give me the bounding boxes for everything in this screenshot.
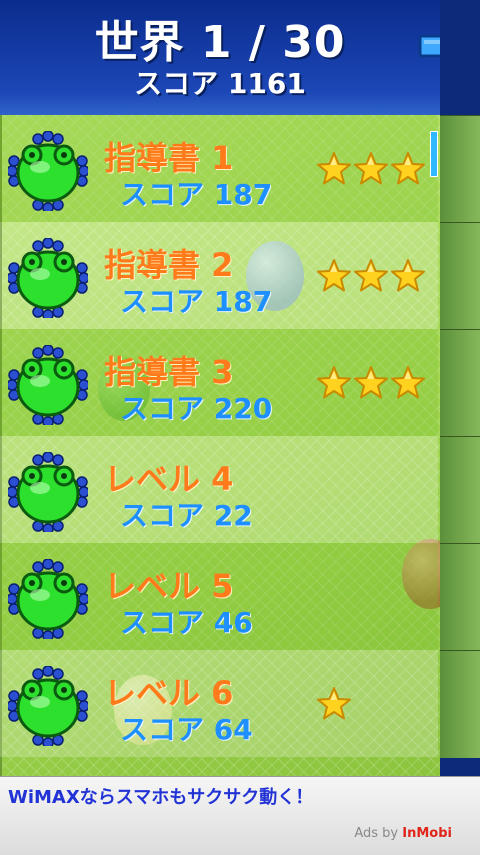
- level-score: スコア 46: [120, 606, 253, 639]
- level-score: スコア 22: [120, 499, 253, 532]
- frog-icon: [6, 130, 90, 214]
- level-score: スコア 187: [120, 178, 273, 211]
- ad-brand: InMobi: [402, 826, 452, 841]
- star-icon: [317, 687, 351, 720]
- star-icon: [317, 152, 351, 185]
- level-row[interactable]: 指導書 3 スコア 220: [0, 329, 438, 436]
- frog-icon-wrapper: [6, 451, 90, 535]
- world-score: スコア 1161: [134, 67, 306, 100]
- preview-row: [440, 329, 480, 437]
- frog-icon-wrapper: [6, 344, 90, 428]
- frog-icon-wrapper: [6, 237, 90, 321]
- frog-icon-wrapper: [6, 558, 90, 642]
- star-icon: [317, 259, 351, 292]
- level-stars: [316, 686, 353, 726]
- star-icon: [391, 366, 425, 399]
- ad-banner[interactable]: WiMAXならスマホもサクサク動く！ Ads by InMobi: [0, 776, 480, 855]
- world-header: 世界 1 / 30 スコア 1161: [0, 0, 440, 115]
- level-score: スコア 220: [120, 392, 273, 425]
- star-icon: [354, 152, 388, 185]
- level-stars: [316, 151, 427, 191]
- frog-icon: [6, 558, 90, 642]
- scrollbar[interactable]: [430, 131, 438, 177]
- preview-row: [440, 650, 480, 758]
- preview-row: [440, 115, 480, 223]
- level-row[interactable]: レベル 5 スコア 46: [0, 543, 438, 650]
- star-icon: [391, 152, 425, 185]
- frog-icon: [6, 665, 90, 749]
- frog-icon: [6, 451, 90, 535]
- level-score: スコア 187: [120, 285, 273, 318]
- frog-icon-wrapper: [6, 665, 90, 749]
- world-title: 世界 1 / 30: [94, 17, 346, 68]
- frog-icon-wrapper: [6, 130, 90, 214]
- preview-row: [440, 436, 480, 544]
- level-stars: [316, 258, 427, 298]
- level-stars: [316, 365, 427, 405]
- level-row[interactable]: 指導書 1 スコア 187: [0, 115, 438, 222]
- level-score: スコア 64: [120, 713, 253, 746]
- frog-icon: [6, 237, 90, 321]
- star-icon: [317, 366, 351, 399]
- star-icon: [354, 366, 388, 399]
- preview-row: [440, 222, 480, 330]
- level-row[interactable]: 指導書 2 スコア 187: [0, 222, 438, 329]
- next-world-preview: [440, 0, 480, 776]
- frog-icon: [6, 344, 90, 428]
- level-row[interactable]: レベル 6 スコア 64: [0, 650, 438, 757]
- ad-by-label: Ads by: [354, 826, 403, 841]
- preview-row: [440, 543, 480, 651]
- star-icon: [354, 259, 388, 292]
- ad-text: WiMAXならスマホもサクサク動く！: [8, 787, 314, 808]
- ad-attribution: Ads by InMobi: [354, 826, 452, 841]
- level-row[interactable]: レベル 4 スコア 22: [0, 436, 438, 543]
- star-icon: [391, 259, 425, 292]
